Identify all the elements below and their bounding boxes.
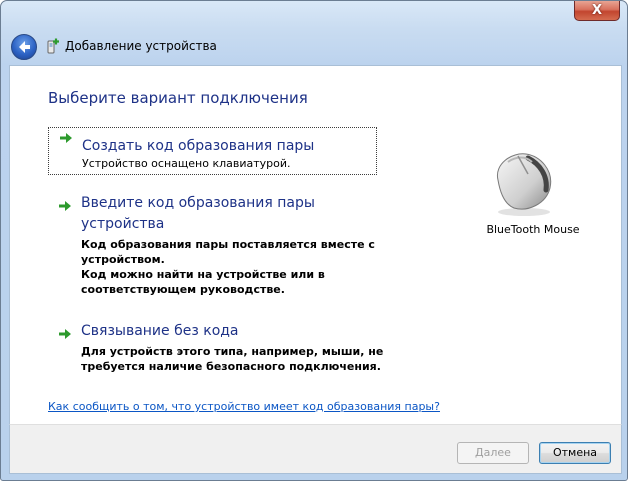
green-arrow-icon [59,201,71,211]
footer-bar: Далее Отмена [9,424,622,474]
option-description-line-3: Код можно найти на устройстве или в [81,268,325,281]
content-panel: Выберите вариант подключения Создать код… [9,65,622,425]
back-button[interactable] [11,34,37,60]
option-pair-without-code[interactable]: Связывание без кода Для устройств этого … [48,322,383,378]
pairing-code-help-link[interactable]: Как сообщить о том, что устройство имеет… [48,400,440,413]
device-name: BlueTooth Mouse [486,223,580,236]
option-description-line-1: Для устройств этого типа, например, мыши… [81,345,384,358]
option-enter-pairing-code[interactable]: Введите код образования пары устройства … [48,194,375,296]
mouse-icon [496,153,552,216]
back-arrow-icon [19,41,30,53]
page-heading: Выберите вариант подключения [48,89,308,107]
title-bar: X [1,1,627,29]
green-arrow-icon [59,329,71,339]
option-title: Создать код образования пары [82,138,315,154]
add-device-icon [47,38,59,54]
option-title: Связывание без кода [81,323,239,339]
window-title: Добавление устройства [65,39,217,53]
option-title-line-1: Введите код образования пары [81,195,315,211]
close-button[interactable]: X [574,1,620,21]
option-description-line-2: устройством. [81,253,165,266]
green-arrow-icon [60,133,72,143]
next-button[interactable]: Далее [457,442,529,464]
add-device-window: X Добавление устройства Выберите вариант… [0,0,628,481]
cancel-button[interactable]: Отмена [539,442,611,464]
option-description-line-4: соответствующем руководстве. [81,283,285,296]
option-description-line-1: Код образования пары поставляется вместе… [81,238,375,251]
option-title-line-2: устройства [81,216,165,232]
option-create-pairing-code[interactable]: Создать код образования пары Устройство … [48,127,377,175]
close-icon: X [591,3,603,18]
option-description: Устройство оснащено клавиатурой. [82,157,291,170]
option-description-line-2: требуется наличие безопасного подключени… [81,360,381,373]
